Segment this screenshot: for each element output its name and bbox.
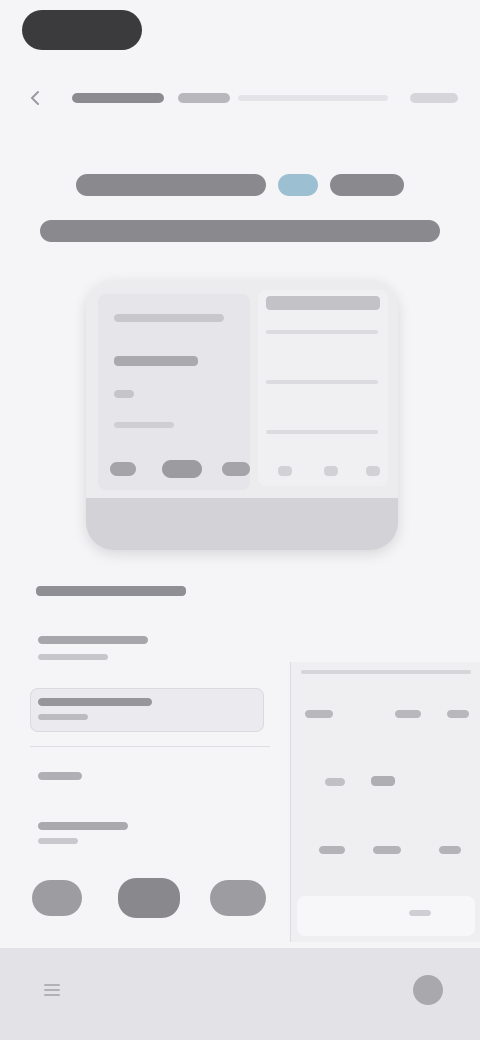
card-left-pane [98,294,250,490]
form-divider [30,746,270,747]
headline-word-accent [278,174,318,196]
action-button-3[interactable] [210,880,266,916]
card-bar [324,466,338,476]
keypad-key[interactable] [447,710,469,718]
action-button-1[interactable] [32,880,82,916]
card-bar [114,314,224,322]
nav-bar [0,78,480,118]
nav-trail [238,95,388,101]
form-field-label [38,698,152,706]
card-footer [86,498,398,550]
form-field-value [38,654,108,660]
keypad-key[interactable] [325,778,345,786]
card-bar [278,466,292,476]
form-field-value [38,714,88,720]
card-bar [366,466,380,476]
card-right-pane [258,290,388,486]
illustration-card [86,280,398,550]
form-field-value [38,838,78,844]
card-bar [114,356,198,366]
keypad-header [301,670,471,674]
keypad-key[interactable] [305,710,333,718]
card-dot [162,460,202,478]
keypad-key[interactable] [319,846,345,854]
nav-subtitle [178,93,230,103]
back-icon[interactable] [28,90,44,106]
keypad-key[interactable] [373,846,401,854]
section-heading-placeholder [36,586,186,596]
menu-icon[interactable] [42,982,62,998]
keypad-panel [290,662,480,942]
card-dot [222,462,250,476]
headline-word-2 [330,174,404,196]
form-field-label [38,822,128,830]
card-bar [266,330,378,334]
keypad-key[interactable] [371,776,395,786]
keypad-bottom [297,896,475,936]
headline-blur [40,174,440,242]
card-bar [114,390,134,398]
keypad-key[interactable] [439,846,461,854]
nav-title [72,93,164,103]
card-bar [266,296,380,310]
card-bar [266,430,378,434]
headline-line-2 [40,220,440,242]
status-pill [22,10,142,50]
form-field-label [38,636,148,644]
card-dot [110,462,136,476]
card-bar [114,422,174,428]
form-field-input[interactable] [30,688,264,732]
action-button-2[interactable] [118,878,180,918]
card-bar [266,380,378,384]
keypad-key[interactable] [395,710,421,718]
nav-action-button[interactable] [410,93,458,103]
bottom-bar [0,948,480,1040]
keypad-key[interactable] [409,910,431,916]
headline-word-1 [76,174,266,196]
user-icon[interactable] [410,972,446,1008]
form-field-label [38,772,82,780]
app-screen [0,0,480,1040]
